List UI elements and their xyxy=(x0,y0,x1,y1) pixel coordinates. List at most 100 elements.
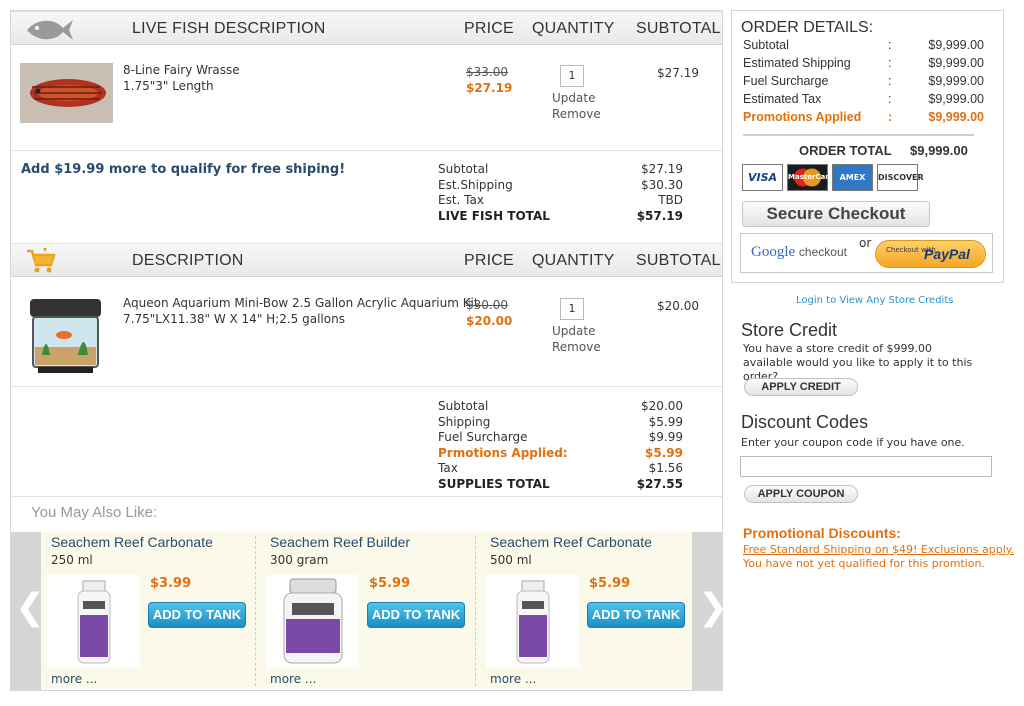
amex-icon: AMEX xyxy=(832,164,873,191)
total-row: Fuel Surcharge $9.99 xyxy=(438,430,683,446)
secure-checkout-button[interactable]: Secure Checkout xyxy=(742,201,930,227)
order-detail-row: Fuel Surcharge: $9,999.00 xyxy=(743,74,984,92)
product-size: 500 ml xyxy=(490,553,532,567)
header-price: PRICE xyxy=(464,20,514,37)
order-detail-value: $9,999.00 xyxy=(928,74,984,88)
total-label: Subtotal xyxy=(438,399,489,413)
total-row: LIVE FISH TOTAL $57.19 xyxy=(438,209,683,225)
divider xyxy=(11,386,722,387)
total-value: TBD xyxy=(658,193,683,207)
discover-icon: DISCOVER xyxy=(877,164,924,191)
header-subtotal: SUBTOTAL xyxy=(636,20,721,37)
recommended-product: Seachem Reef Builder 300 gram $5.99 ADD … xyxy=(262,532,482,690)
product-name[interactable]: Seachem Reef Carbonate xyxy=(490,534,652,550)
promotional-discounts-title: Promotional Discounts: xyxy=(743,525,901,541)
live-item-update-link[interactable]: Update xyxy=(552,91,595,105)
total-row: Tax $1.56 xyxy=(438,461,683,477)
total-label: Subtotal xyxy=(438,162,489,176)
live-item-qty-input[interactable]: 1 xyxy=(560,65,584,87)
fish-thumbnail[interactable] xyxy=(20,63,113,123)
order-detail-value: $9,999.00 xyxy=(928,56,984,70)
more-link[interactable]: more ... xyxy=(270,672,316,686)
google-checkout-button[interactable]: Google checkout xyxy=(751,244,847,261)
total-row: Subtotal $20.00 xyxy=(438,399,683,415)
live-item-size: 1.75"3" Length xyxy=(123,79,214,93)
product-image[interactable] xyxy=(266,575,359,668)
add-to-tank-button[interactable]: ADD TO TANK xyxy=(148,602,246,628)
header-description: DESCRIPTION xyxy=(132,252,244,269)
product-name[interactable]: Seachem Reef Carbonate xyxy=(51,534,213,550)
total-row: Subtotal $27.19 xyxy=(438,162,683,178)
product-size: 300 gram xyxy=(270,553,329,567)
store-credit-title: Store Credit xyxy=(741,320,838,340)
total-label: Est. Tax xyxy=(438,193,484,207)
order-detail-label: Estimated Tax xyxy=(743,92,822,106)
header-subtotal: SUBTOTAL xyxy=(636,252,721,269)
chevron-left-icon: ❮ xyxy=(15,587,46,628)
total-row: Est. Tax TBD xyxy=(438,193,683,209)
header-quantity: QUANTITY xyxy=(532,20,615,37)
order-detail-row: Promotions Applied: $9,999.00 xyxy=(743,110,984,128)
supply-item-name[interactable]: Aqueon Aquarium Mini-Bow 2.5 Gallon Acry… xyxy=(123,295,479,311)
carousel-next-button[interactable]: ❯ xyxy=(692,532,728,690)
live-item-old-price: $33.00 xyxy=(466,65,508,79)
aquarium-thumbnail[interactable] xyxy=(28,297,103,375)
discount-codes-text: Enter your coupon code if you have one. xyxy=(741,436,965,449)
live-item-info: 8-Line Fairy Wrasse 1.75"3" Length xyxy=(123,62,240,94)
order-total-label: ORDER TOTAL xyxy=(799,143,892,158)
coupon-code-input[interactable] xyxy=(740,456,992,477)
product-price: $3.99 xyxy=(150,576,192,591)
live-item-name[interactable]: 8-Line Fairy Wrasse xyxy=(123,62,240,78)
supply-item-update-link[interactable]: Update xyxy=(552,324,595,338)
live-fish-totals: Subtotal $27.19 Est.Shipping $30.30 Est. Tax… xyxy=(438,162,683,224)
divider xyxy=(743,134,974,136)
more-link[interactable]: more ... xyxy=(51,672,97,686)
apply-coupon-button[interactable]: APPLY COUPON xyxy=(744,485,858,503)
product-price: $5.99 xyxy=(369,576,411,591)
supply-item-remove-link[interactable]: Remove xyxy=(552,340,601,354)
total-value: $20.00 xyxy=(641,399,683,413)
order-detail-label: Fuel Surcharge xyxy=(743,74,829,88)
more-link[interactable]: more ... xyxy=(490,672,536,686)
order-detail-separator: : xyxy=(888,38,892,52)
total-value: $1.56 xyxy=(648,461,683,475)
order-detail-separator: : xyxy=(888,92,892,106)
chevron-right-icon: ❯ xyxy=(698,587,729,628)
order-detail-label: Estimated Shipping xyxy=(743,56,851,70)
login-store-credits-link[interactable]: Login to View Any Store Credits xyxy=(796,295,953,306)
paypal-checkout-button[interactable]: Checkout with PayPal xyxy=(875,240,986,268)
product-image[interactable] xyxy=(486,575,579,668)
recommended-product: Seachem Reef Carbonate 250 ml $3.99 ADD … xyxy=(43,532,263,690)
header-price: PRICE xyxy=(464,252,514,269)
supply-item-qty-input[interactable]: 1 xyxy=(560,298,584,320)
apply-credit-button[interactable]: APPLY CREDIT xyxy=(744,378,858,396)
live-item-remove-link[interactable]: Remove xyxy=(552,107,601,121)
order-detail-row: Subtotal: $9,999.00 xyxy=(743,38,984,56)
total-label: Est.Shipping xyxy=(438,177,513,192)
total-value: $27.55 xyxy=(636,476,683,491)
total-row: Prmotions Applied: $5.99 xyxy=(438,446,683,462)
order-details-title: ORDER DETAILS: xyxy=(741,19,874,36)
product-image[interactable] xyxy=(47,575,140,668)
free-shipping-promo-link[interactable]: Free Standard Shipping on $49! Exclusion… xyxy=(743,543,1014,556)
total-label: SUPPLIES TOTAL xyxy=(438,476,550,491)
total-label: LIVE FISH TOTAL xyxy=(438,208,550,223)
live-fish-header: LIVE FISH DESCRIPTION PRICE QUANTITY SUB… xyxy=(11,11,722,45)
order-details-panel: ORDER DETAILS: Subtotal: $9,999.00 Estimat… xyxy=(731,10,1004,283)
visa-icon: VISA xyxy=(742,164,783,191)
or-label: or xyxy=(859,236,872,250)
alt-checkout-box: Google checkout or Checkout with PayPal xyxy=(740,233,993,273)
product-price: $5.99 xyxy=(589,576,631,591)
order-detail-separator: : xyxy=(888,110,893,124)
recommended-product: Seachem Reef Carbonate 500 ml $5.99 ADD … xyxy=(482,532,702,690)
promo-status-note: You have not yet qualified for this prom… xyxy=(743,557,985,570)
order-detail-row: Estimated Shipping: $9,999.00 xyxy=(743,56,984,74)
supply-item-size: 7.75"LX11.38" W X 14" H;2.5 gallons xyxy=(123,312,345,326)
product-divider xyxy=(475,536,476,686)
add-to-tank-button[interactable]: ADD TO TANK xyxy=(587,602,685,628)
add-to-tank-button[interactable]: ADD TO TANK xyxy=(367,602,465,628)
carousel-prev-button[interactable]: ❮ xyxy=(11,532,45,690)
order-detail-label: Subtotal xyxy=(743,38,789,52)
product-name[interactable]: Seachem Reef Builder xyxy=(270,534,410,550)
order-detail-row: Estimated Tax: $9,999.00 xyxy=(743,92,984,110)
